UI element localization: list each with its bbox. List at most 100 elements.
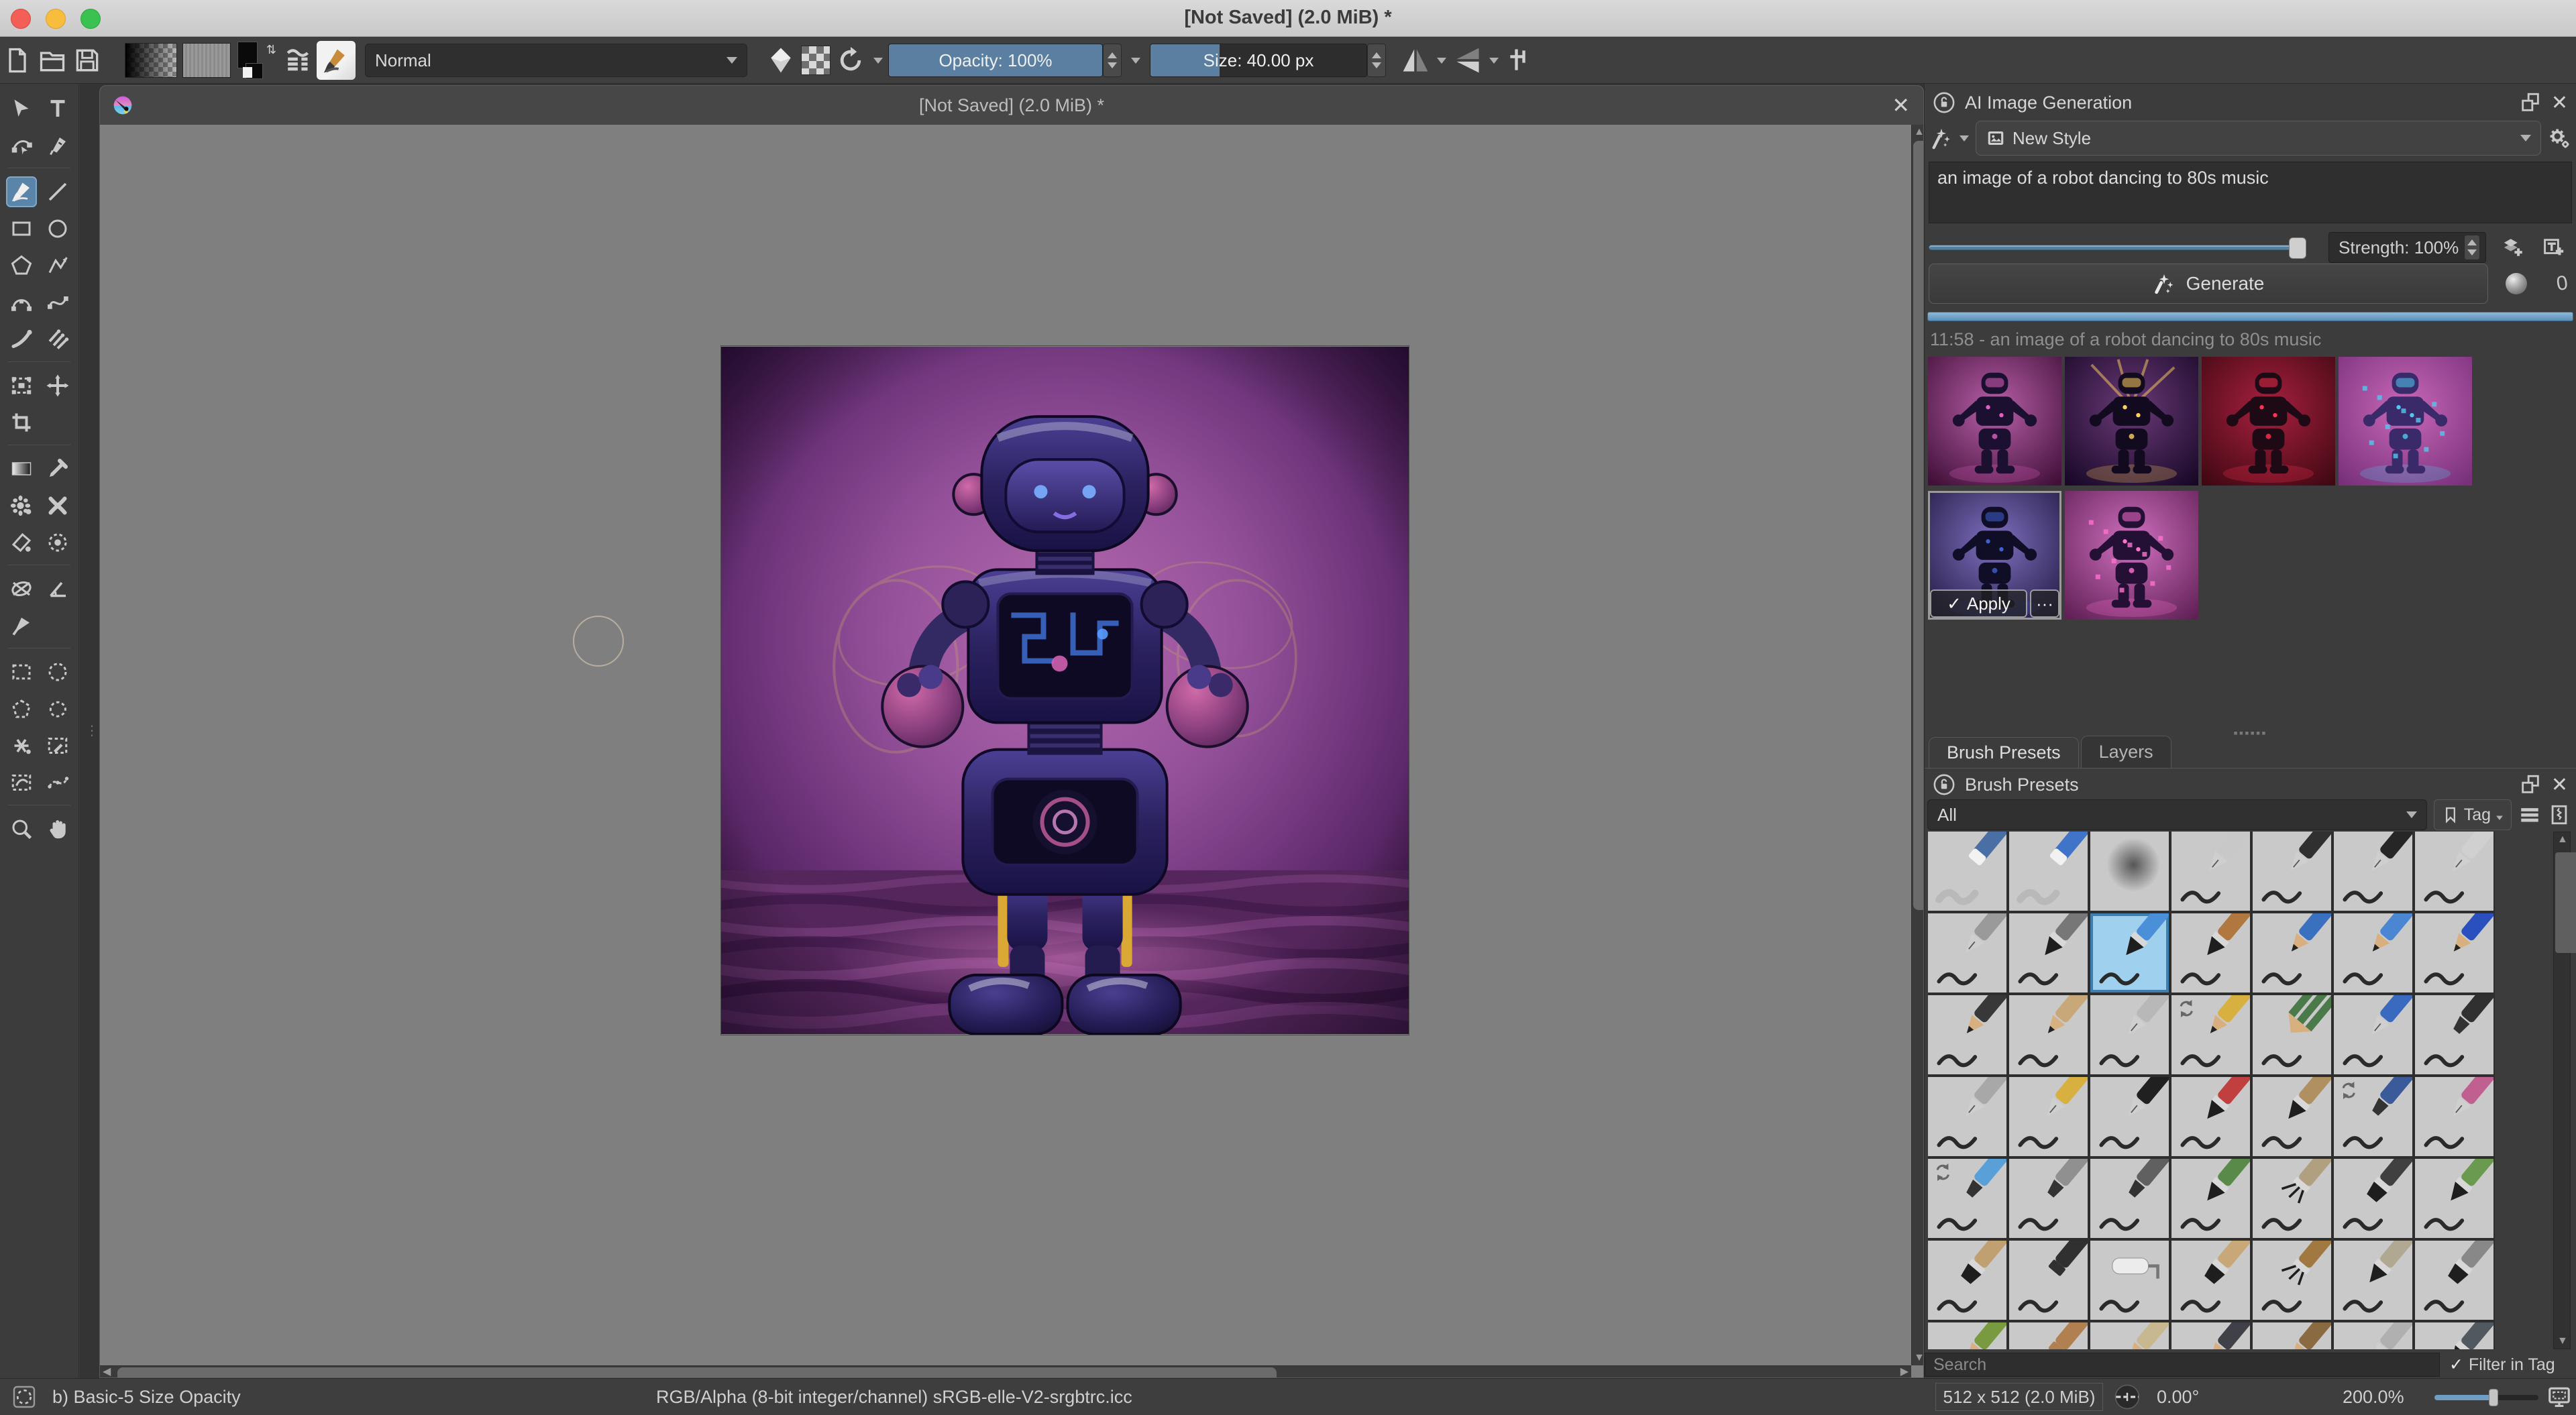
brush-preset-pen-5[interactable]: [2334, 832, 2412, 911]
blending-mode-combobox[interactable]: Normal: [365, 44, 747, 77]
fill-tool[interactable]: [6, 527, 37, 558]
new-document-button[interactable]: [3, 43, 32, 78]
tab-brush-presets[interactable]: Brush Presets: [1929, 737, 2079, 768]
brush-scroll-thumb[interactable]: [2555, 852, 2576, 953]
brush-preset-multi-18[interactable]: [2253, 995, 2331, 1074]
brush-preset-eraser-1[interactable]: [2009, 832, 2088, 911]
brush-preset-pen-7[interactable]: [1928, 913, 2006, 993]
brush-preset-marker-26[interactable]: [2334, 1077, 2412, 1156]
brush-preset-brush-25[interactable]: [2253, 1077, 2331, 1156]
colorspace-info[interactable]: RGB/Alpha (8-bit integer/channel) sRGB-e…: [656, 1387, 1132, 1408]
ellipse-select-tool[interactable]: [42, 657, 73, 687]
canvas-vertical-scrollbar[interactable]: ▲ ▼: [1911, 125, 1923, 1365]
dynamic-brush-tool[interactable]: [6, 324, 37, 355]
transform-tool[interactable]: [6, 370, 37, 401]
tag-filter-combobox[interactable]: All: [1927, 799, 2427, 830]
strength-slider[interactable]: [1929, 237, 2306, 259]
brush-preset-pen-6[interactable]: [2415, 832, 2493, 911]
brush-preset-soft-2[interactable]: [2090, 832, 2169, 911]
measure-tool[interactable]: [42, 573, 73, 604]
prompt-textarea[interactable]: an image of a robot dancing to 80s music: [1929, 162, 2572, 223]
apply-button[interactable]: ✓ Apply: [1930, 589, 2027, 618]
scroll-down-icon[interactable]: ▼: [2557, 1335, 2568, 1347]
robot-result-4[interactable]: [2339, 357, 2472, 486]
brush-preset-pen-4[interactable]: [2253, 832, 2331, 911]
brush-preset-pencil-44[interactable]: [2090, 1322, 2169, 1349]
assistants-tool[interactable]: [6, 573, 37, 604]
lock-icon[interactable]: [1933, 91, 1955, 114]
opacity-spinner[interactable]: [1103, 44, 1122, 77]
bezier-select-tool[interactable]: [6, 767, 37, 798]
brush-preset-pencil-13[interactable]: [2415, 913, 2493, 993]
image-dimensions[interactable]: 512 x 512 (2.0 MiB): [1935, 1383, 2103, 1411]
similar-select-tool[interactable]: [42, 730, 73, 761]
select-shapes-tool[interactable]: [6, 93, 37, 124]
float-docker-icon[interactable]: [2519, 91, 2542, 114]
brush-preset-flat-33[interactable]: [2334, 1159, 2412, 1238]
brush-preset-brush-10[interactable]: [2171, 913, 2250, 993]
calligraphy-tool[interactable]: [42, 130, 73, 161]
canvas-rotation-icon[interactable]: [2113, 1383, 2141, 1411]
brush-preset-pencil-45[interactable]: [2171, 1322, 2250, 1349]
contiguous-select-tool[interactable]: [6, 730, 37, 761]
chevron-down-icon[interactable]: [1437, 57, 1446, 64]
generate-button[interactable]: Generate: [1929, 264, 2488, 304]
brush-preset-chalk-36[interactable]: [2009, 1241, 2088, 1320]
move-tool[interactable]: [42, 370, 73, 401]
brush-preset-roller-37[interactable]: [2090, 1241, 2169, 1320]
filter-in-tag-checkbox[interactable]: ✓ Filter in Tag: [2449, 1355, 2555, 1375]
scroll-right-icon[interactable]: ▶: [1900, 1366, 1909, 1377]
brush-preset-chalk-43[interactable]: [2009, 1322, 2088, 1349]
size-slider[interactable]: Size: 40.00 px: [1150, 44, 1367, 77]
edit-shapes-tool[interactable]: [6, 130, 37, 161]
reload-preset-button[interactable]: [836, 43, 865, 78]
brush-preset-pencil-12[interactable]: [2334, 913, 2412, 993]
brush-preset-brush-40[interactable]: [2334, 1241, 2412, 1320]
brush-preset-pencil-46[interactable]: [2253, 1322, 2331, 1349]
colorize-mask-tool[interactable]: [6, 490, 37, 521]
magic-wand-icon[interactable]: [1930, 127, 1953, 150]
strength-slider-handle[interactable]: [2289, 237, 2306, 259]
freehand-brush-tool[interactable]: [5, 176, 37, 207]
polygon-select-tool[interactable]: [6, 693, 37, 724]
strength-spinner[interactable]: [2464, 235, 2481, 260]
wraparound-mode-button[interactable]: [1505, 43, 1535, 78]
gradient-chooser[interactable]: [125, 43, 177, 78]
chevron-down-icon[interactable]: [1131, 57, 1140, 64]
brush-preset-eraser-0[interactable]: [1928, 832, 2006, 911]
subwindow-close-icon[interactable]: ✕: [1892, 93, 1910, 118]
brush-preset-pencil-42[interactable]: [1928, 1322, 2006, 1349]
size-spinner[interactable]: [1367, 44, 1386, 77]
close-docker-icon[interactable]: ✕: [2551, 773, 2568, 797]
chevron-down-icon[interactable]: [1489, 57, 1499, 64]
save-button[interactable]: [72, 43, 102, 78]
ellipse-tool[interactable]: [42, 213, 73, 244]
text-tool[interactable]: [42, 93, 73, 124]
rectangle-tool[interactable]: [6, 213, 37, 244]
canvas[interactable]: [100, 125, 1911, 1365]
add-layer-icon[interactable]: [2502, 236, 2525, 259]
brush-preset-brush-31[interactable]: [2171, 1159, 2250, 1238]
brush-preset-pen-19[interactable]: [2334, 995, 2412, 1074]
rotation-angle-value[interactable]: 0.00°: [2157, 1387, 2199, 1408]
zoom-slider-knob[interactable]: [2488, 1389, 2498, 1406]
brush-preset-pencil-14[interactable]: [1928, 995, 2006, 1074]
brush-preset-pen-27[interactable]: [2415, 1077, 2493, 1156]
view-mode-icon[interactable]: [2548, 803, 2571, 826]
tag-button[interactable]: Tag: [2433, 799, 2512, 830]
opacity-slider[interactable]: Opacity: 100%: [888, 44, 1103, 77]
freehand-path-tool[interactable]: [42, 287, 73, 318]
more-options-button[interactable]: ···: [2030, 589, 2059, 618]
fit-to-screen-icon[interactable]: [2546, 1384, 2572, 1410]
brush-preset-pen-22[interactable]: [2009, 1077, 2088, 1156]
swap-colors-icon[interactable]: ⇅: [266, 43, 276, 57]
foreground-background-colors[interactable]: ⇅: [236, 42, 276, 79]
multibrush-tool[interactable]: [42, 324, 73, 355]
pattern-chooser[interactable]: [182, 43, 231, 78]
brush-preset-fan-39[interactable]: [2253, 1241, 2331, 1320]
brush-preset-water-48[interactable]: [2415, 1322, 2493, 1349]
crop-tool[interactable]: [6, 407, 37, 438]
scroll-up-icon[interactable]: ▲: [2557, 834, 2568, 846]
close-docker-icon[interactable]: ✕: [2551, 91, 2568, 115]
scroll-down-icon[interactable]: ▼: [1914, 1352, 1923, 1364]
